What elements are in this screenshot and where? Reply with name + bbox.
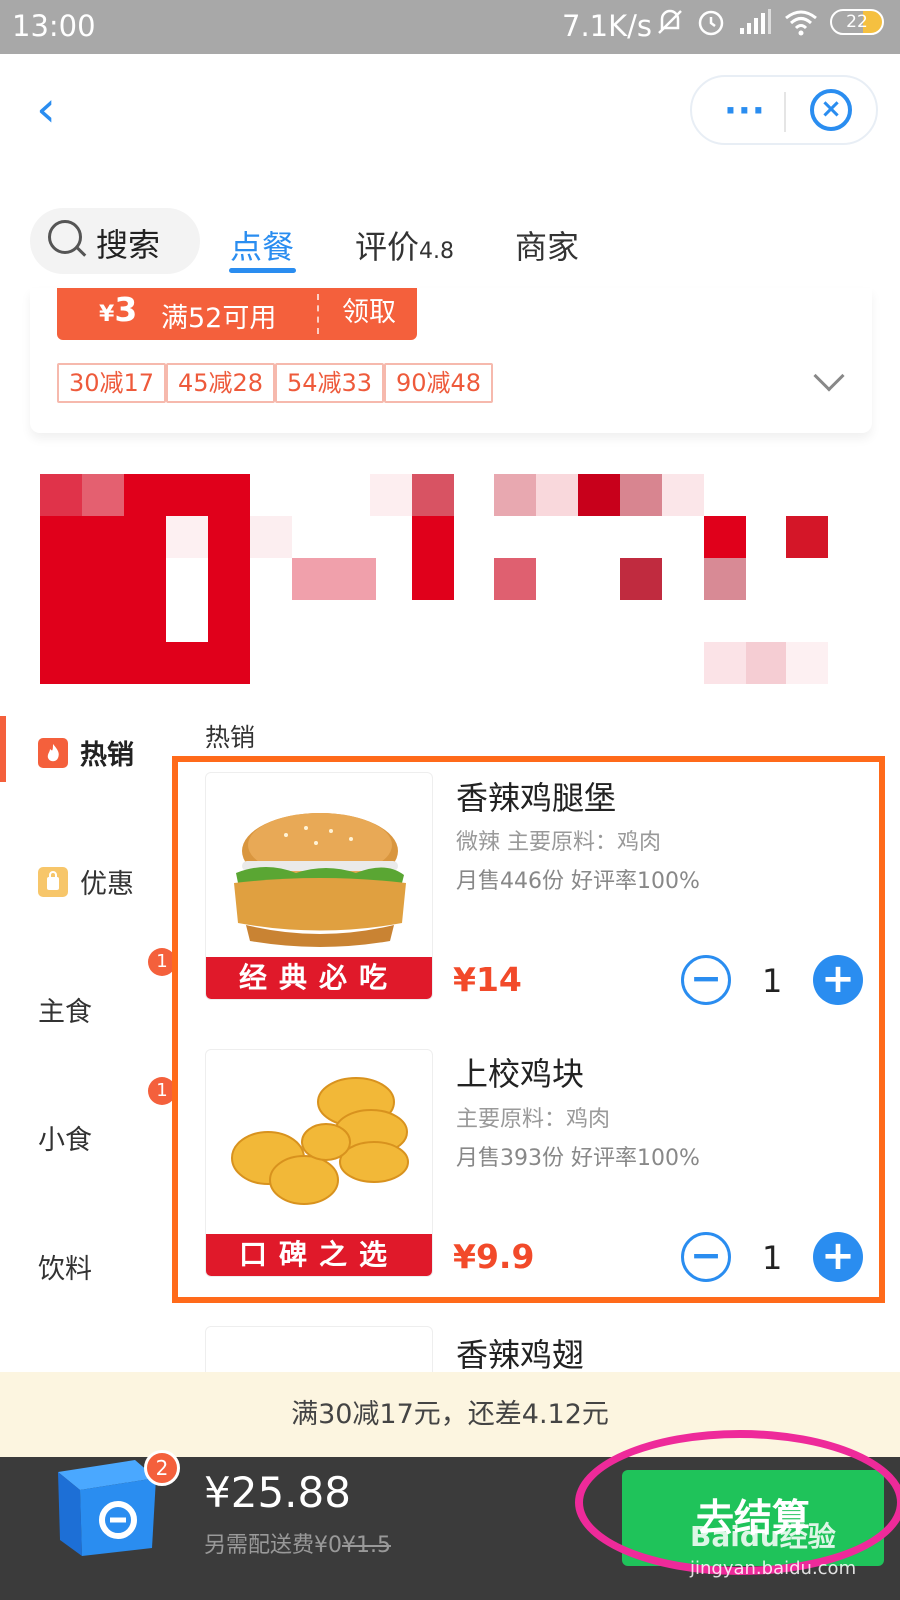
back-button[interactable]: ‹ [36, 84, 76, 136]
sidebar-item-hot[interactable]: 热销 [38, 733, 134, 772]
status-bar: 13:00 7.1K/s 22 [0, 0, 900, 54]
sidebar-item-snack[interactable]: 小食 [38, 1118, 92, 1157]
coupon-separator [317, 294, 319, 334]
capsule-divider [784, 92, 786, 132]
battery-icon: 22 [830, 9, 884, 35]
search-button[interactable]: 搜索 [30, 208, 200, 274]
network-speed: 7.1K/s [562, 9, 653, 43]
delivery-fee-original: ¥1.5 [342, 1533, 391, 1558]
sidebar-item-drinks[interactable]: 饮料 [38, 1247, 92, 1286]
flame-icon [38, 737, 68, 768]
close-mini-program-icon[interactable]: × [810, 89, 852, 131]
sidebar-item-discount[interactable]: 优惠 [38, 862, 134, 901]
cart-total: ¥25.88 [204, 1468, 351, 1517]
discount-bag-icon [38, 866, 68, 897]
signal-icon [740, 9, 771, 34]
cart-badge: 2 [144, 1450, 180, 1486]
sidebar-item-label: 热销 [80, 740, 134, 771]
tab-order[interactable]: 点餐 [230, 222, 294, 268]
food-name: 香辣鸡翅 [456, 1336, 585, 1374]
review-score: 4.8 [419, 239, 455, 264]
watermark-url: jingyan.baidu.com [690, 1558, 857, 1579]
section-title: 热销 [205, 723, 256, 752]
discount-tag: 45减28 [166, 363, 276, 403]
highlight-box [172, 756, 885, 1303]
status-time: 13:00 [12, 9, 96, 43]
alarm-icon [698, 10, 724, 36]
coupon-amount: ¥3 [99, 290, 138, 329]
sidebar-item-label: 优惠 [80, 869, 134, 900]
discount-tag: 90减48 [384, 363, 494, 403]
tab-review-label: 评价 [355, 228, 420, 266]
coupon-condition: 满52可用 [161, 303, 277, 334]
wifi-icon [785, 10, 817, 36]
watermark-logo: Baidu经验 [690, 1520, 836, 1553]
cart-box-icon[interactable] [40, 1452, 160, 1562]
more-icon[interactable]: ··· [724, 91, 766, 131]
delivery-fee: 另需配送费¥0¥1.5 [204, 1533, 391, 1558]
discount-tag: 54减33 [275, 363, 385, 403]
sidebar-active-indicator [0, 716, 6, 782]
tab-merchant[interactable]: 商家 [515, 222, 579, 268]
coupon[interactable]: ¥3 满52可用 领取 [57, 288, 417, 340]
status-icons: 22 [656, 6, 884, 38]
discount-tag: 30减17 [57, 363, 167, 403]
sidebar-item-main[interactable]: 主食 [38, 990, 92, 1029]
coupon-claim-button[interactable]: 领取 [342, 290, 396, 329]
tab-review[interactable]: 评价4.8 [355, 222, 454, 268]
search-label: 搜索 [96, 226, 161, 264]
tab-active-underline [229, 268, 296, 273]
mini-program-capsule: ··· × [690, 75, 878, 145]
mute-bell-icon [658, 9, 682, 34]
pixelated-banner [40, 474, 840, 684]
search-icon [48, 220, 82, 254]
